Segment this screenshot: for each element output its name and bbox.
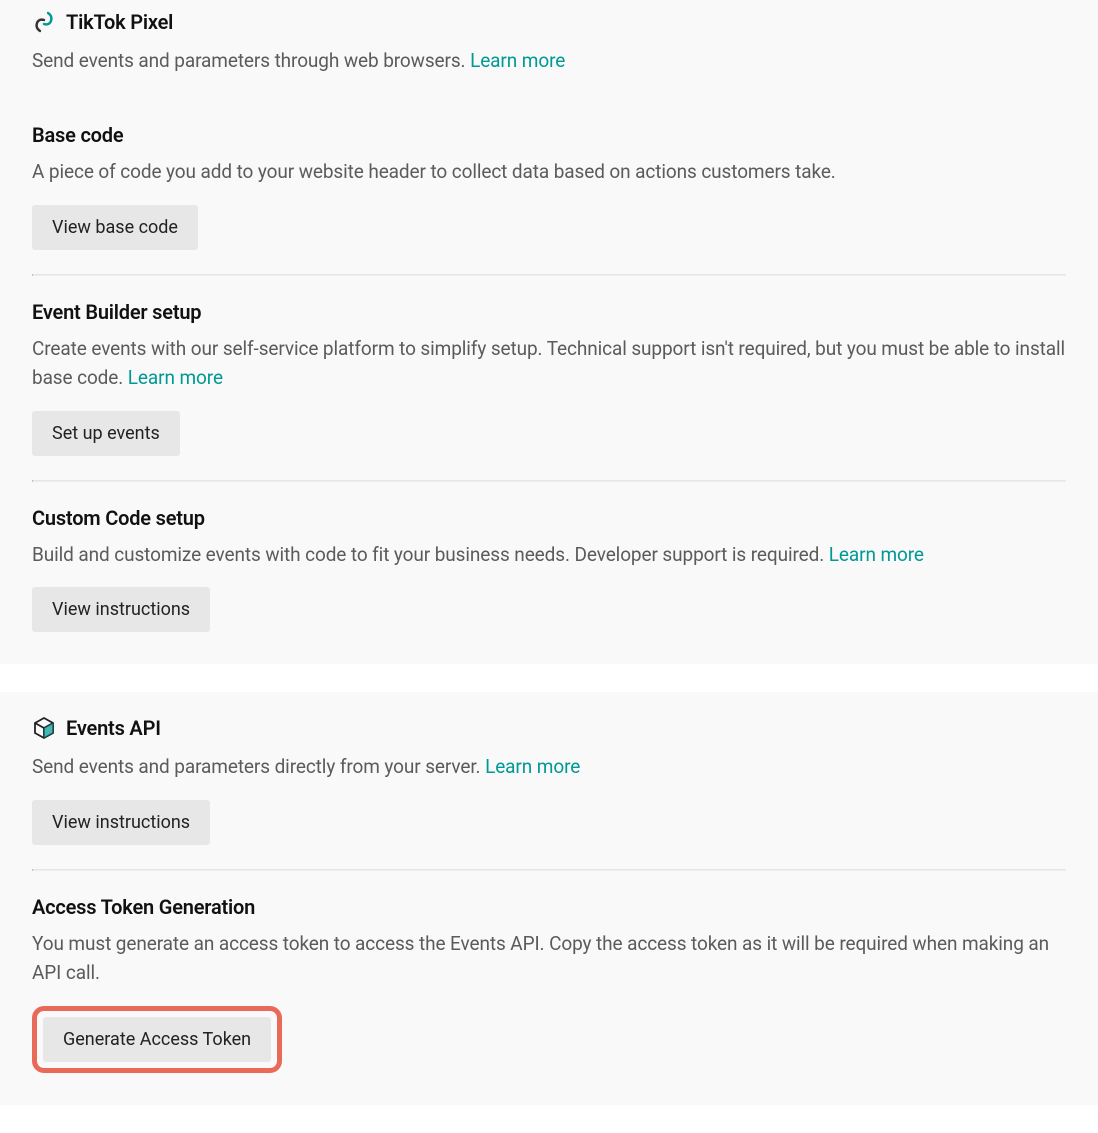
pixel-description: Send events and parameters through web b… xyxy=(32,46,1066,75)
custom-code-section: Custom Code setup Build and customize ev… xyxy=(32,482,1066,664)
access-token-heading: Access Token Generation xyxy=(32,895,1066,919)
events-api-desc: Send events and parameters directly from… xyxy=(32,752,1066,781)
events-api-desc-text: Send events and parameters directly from… xyxy=(32,755,485,778)
tiktok-pixel-icon xyxy=(32,10,56,34)
pixel-title: TikTok Pixel xyxy=(66,10,173,34)
access-token-desc: You must generate an access token to acc… xyxy=(32,929,1066,988)
base-code-desc: A piece of code you add to your website … xyxy=(32,157,1066,186)
event-builder-learn-more-link[interactable]: Learn more xyxy=(128,366,223,389)
view-base-code-button[interactable]: View base code xyxy=(32,205,198,250)
custom-code-desc-text: Build and customize events with code to … xyxy=(32,543,829,566)
base-code-heading: Base code xyxy=(32,123,1066,147)
events-api-card: Events API Send events and parameters di… xyxy=(0,692,1098,1104)
highlight-ring: Generate Access Token xyxy=(32,1006,282,1073)
custom-code-desc: Build and customize events with code to … xyxy=(32,540,1066,569)
custom-code-learn-more-link[interactable]: Learn more xyxy=(829,543,924,566)
event-builder-desc: Create events with our self-service plat… xyxy=(32,334,1066,393)
events-api-icon xyxy=(32,716,56,740)
events-api-header-section: Events API Send events and parameters di… xyxy=(32,692,1066,868)
set-up-events-button[interactable]: Set up events xyxy=(32,411,180,456)
custom-code-heading: Custom Code setup xyxy=(32,506,1066,530)
events-api-title: Events API xyxy=(66,716,161,740)
tiktok-pixel-card: TikTok Pixel Send events and parameters … xyxy=(0,0,1098,664)
event-builder-section: Event Builder setup Create events with o… xyxy=(32,276,1066,480)
pixel-header-row: TikTok Pixel xyxy=(32,10,1066,34)
pixel-desc-text: Send events and parameters through web b… xyxy=(32,49,470,72)
view-instructions-api-button[interactable]: View instructions xyxy=(32,800,210,845)
generate-access-token-button[interactable]: Generate Access Token xyxy=(43,1017,271,1062)
pixel-learn-more-link[interactable]: Learn more xyxy=(470,49,565,72)
events-api-learn-more-link[interactable]: Learn more xyxy=(485,755,580,778)
pixel-header-section: TikTok Pixel Send events and parameters … xyxy=(32,0,1066,99)
events-api-header-row: Events API xyxy=(32,716,1066,740)
event-builder-heading: Event Builder setup xyxy=(32,300,1066,324)
access-token-section: Access Token Generation You must generat… xyxy=(32,871,1066,1105)
view-instructions-custom-button[interactable]: View instructions xyxy=(32,587,210,632)
base-code-section: Base code A piece of code you add to you… xyxy=(32,99,1066,273)
